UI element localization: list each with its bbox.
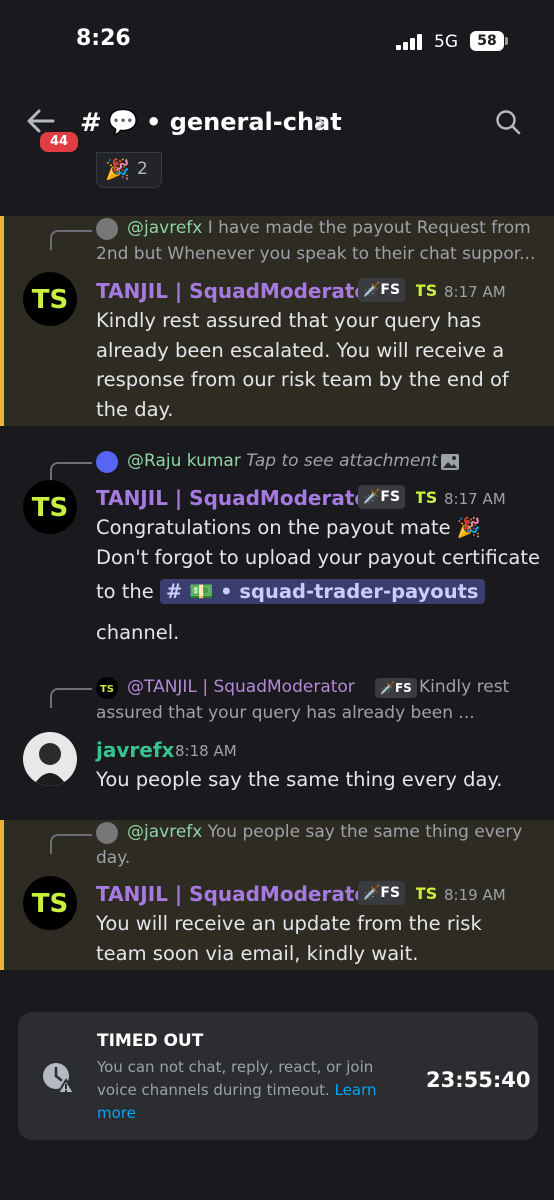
svg-text:TS: TS: [32, 285, 68, 315]
svg-text:TS: TS: [416, 884, 436, 903]
timeout-title: TIMED OUT: [97, 1031, 204, 1051]
status-time: 8:26: [76, 26, 131, 51]
message-time: 8:19 AM: [444, 886, 506, 904]
reply-connector: [50, 462, 92, 482]
reply-preview-line2: day.: [96, 848, 131, 868]
message-body: You people say the same thing every day.: [96, 768, 503, 791]
network-type: 5G: [434, 32, 458, 52]
role-tag: 🗡️FS: [358, 485, 406, 509]
reply-preview-line2: 2nd but Whenever you speak to their chat…: [96, 244, 536, 264]
svg-text:TS: TS: [416, 281, 436, 300]
message-time: 8:17 AM: [444, 490, 506, 508]
reply-preview[interactable]: @javrefx You people say the same thing e…: [127, 822, 537, 842]
reply-connector: [50, 834, 92, 854]
timeout-description: You can not chat, reply, react, or join …: [97, 1056, 382, 1125]
message-body-line: Don't forgot to upload your payout certi…: [96, 546, 540, 569]
reply-preview[interactable]: @Raju kumar Tap to see attachment: [127, 451, 467, 471]
chevron-right-icon[interactable]: [314, 114, 326, 132]
role-tag: 🗡️FS: [358, 278, 406, 302]
reply-text: Tap to see attachment: [240, 451, 438, 471]
reaction-count: 2: [137, 159, 148, 179]
reply-mention[interactable]: @TANJIL | SquadModerator: [127, 677, 375, 697]
role-tag: 🗡️FS: [375, 678, 417, 698]
party-popper-icon: 🎉: [105, 157, 130, 181]
author-name[interactable]: TANJIL | SquadModerator: [96, 279, 378, 303]
message-body-line: Congratulations on the payout mate 🎉: [96, 516, 482, 539]
search-icon[interactable]: [494, 108, 522, 136]
message-body: Kindly rest assured that your query has …: [96, 309, 509, 421]
author-name[interactable]: TANJIL | SquadModerator: [96, 486, 378, 510]
reply-text: I have made the payout Request from: [202, 218, 531, 238]
timeout-countdown: 23:55:40: [426, 1068, 531, 1092]
message-body-line: channel.: [96, 621, 180, 644]
timeout-clock-icon: [43, 1063, 76, 1094]
squad-logo-icon: TS: [415, 880, 437, 904]
battery-icon: 58: [470, 31, 504, 51]
svg-text:TS: TS: [32, 889, 68, 919]
reply-avatar: [96, 451, 118, 473]
message-body-line: to the # 💵 • squad-trader-payouts: [96, 577, 536, 607]
avatar[interactable]: TS: [23, 272, 77, 326]
reply-mention[interactable]: @Raju kumar: [127, 451, 241, 471]
message-time: 8:17 AM: [444, 283, 506, 301]
timeout-text: You can not chat, reply, react, or join …: [97, 1058, 374, 1099]
signal-icon: [396, 34, 422, 50]
battery-tip: [505, 37, 508, 45]
channel-title[interactable]: • general-chat: [146, 108, 342, 136]
reply-text: You people say the same thing every: [202, 822, 523, 842]
reply-text: Kindly rest: [419, 677, 510, 697]
reply-mention-text[interactable]: @TANJIL | SquadModerator: [127, 677, 355, 697]
message-body: You will receive an update from the risk…: [96, 912, 482, 965]
reply-mention[interactable]: @javrefx: [127, 218, 202, 238]
squad-logo-icon: TS: [415, 484, 437, 508]
unread-badge: 44: [38, 130, 80, 154]
svg-text:TS: TS: [416, 488, 436, 507]
author-name[interactable]: TANJIL | SquadModerator: [96, 882, 378, 906]
reply-avatar: TS: [96, 677, 118, 699]
avatar[interactable]: [23, 732, 77, 786]
author-name[interactable]: javrefx: [96, 738, 174, 762]
reaction-pill[interactable]: 🎉 2: [96, 152, 162, 188]
channel-emoji: 💬: [108, 108, 138, 136]
squad-logo-icon: TS: [415, 277, 437, 301]
reply-preview-line2: assured that your query has already been…: [96, 703, 475, 723]
hash-icon: #: [80, 108, 102, 138]
image-icon: [441, 454, 459, 470]
avatar[interactable]: TS: [23, 480, 77, 534]
message-text: to the: [96, 580, 154, 603]
role-tag: 🗡️FS: [358, 881, 406, 905]
reply-preview[interactable]: @javrefx I have made the payout Request …: [127, 218, 537, 238]
reply-avatar: [96, 822, 118, 844]
reply-mention[interactable]: @javrefx: [127, 822, 202, 842]
channel-link[interactable]: # 💵 • squad-trader-payouts: [159, 579, 485, 604]
avatar[interactable]: TS: [23, 876, 77, 930]
svg-text:TS: TS: [32, 493, 68, 523]
reply-avatar: [96, 218, 118, 240]
svg-text:TS: TS: [100, 684, 114, 695]
message-time: 8:18 AM: [175, 742, 237, 760]
reply-connector: [50, 230, 92, 250]
reply-connector: [50, 688, 92, 708]
